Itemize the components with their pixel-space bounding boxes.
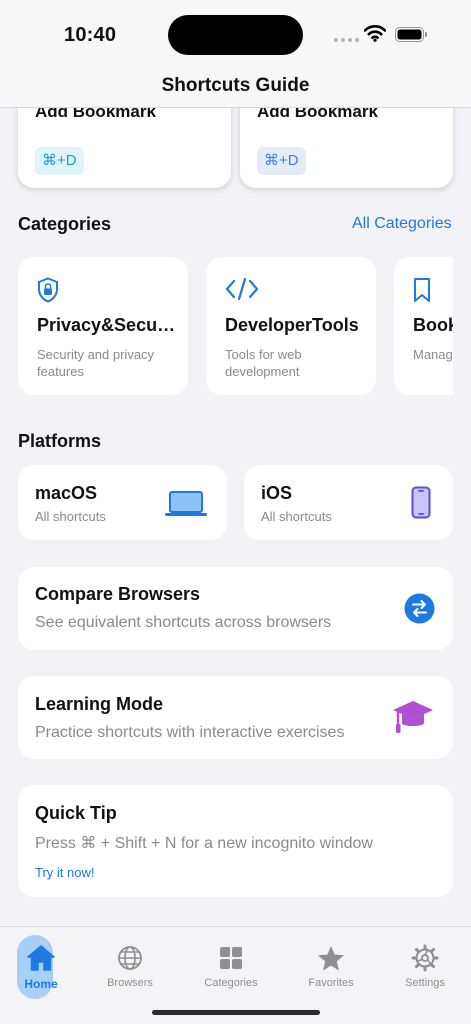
- category-description: Tools for web development: [225, 347, 302, 379]
- tab-label: Categories: [204, 977, 258, 989]
- compare-browsers-card[interactable]: Compare Browsers See equivalent shortcut…: [18, 567, 453, 650]
- status-time: 10:40: [64, 24, 117, 46]
- status-bar: 10:40: [0, 0, 471, 64]
- learning-mode-card[interactable]: Learning Mode Practice shortcuts with in…: [18, 676, 453, 759]
- category-card-privacy[interactable]: Privacy&Security Security and privacy fe…: [18, 257, 188, 395]
- platform-card-ios[interactable]: iOS All shortcuts: [244, 465, 453, 540]
- all-categories-link[interactable]: All Categories: [352, 215, 452, 233]
- compare-browsers-title: Compare Browsers: [35, 584, 201, 604]
- laptop-icon: [165, 491, 207, 516]
- platform-title: iOS: [261, 483, 293, 503]
- shortcut-key-badge: ⌘+D: [35, 147, 84, 175]
- tab-categories[interactable]: Categories: [184, 927, 278, 1007]
- grid-icon: [219, 943, 243, 973]
- category-card-developer-tools[interactable]: DeveloperTools Tools for web development: [206, 257, 376, 395]
- platform-title: macOS: [35, 483, 98, 503]
- platform-subtitle: All shortcuts: [35, 509, 106, 524]
- tab-label: Favorites: [308, 977, 354, 989]
- tab-label: Browsers: [107, 977, 153, 989]
- compare-browsers-subtitle: See equivalent shortcuts across browsers: [35, 614, 332, 631]
- battery-icon: [395, 27, 427, 42]
- dynamic-island: [168, 15, 303, 55]
- try-it-now-link[interactable]: Try it now!: [35, 865, 94, 880]
- star-icon: [317, 943, 345, 973]
- quick-tip-card: Quick Tip Press ⌘ + Shift + N for a new …: [18, 785, 453, 897]
- learning-mode-subtitle: Practice shortcuts with interactive exer…: [35, 724, 345, 741]
- categories-heading: Categories: [18, 214, 112, 234]
- platform-card-macos[interactable]: macOS All shortcuts: [18, 465, 227, 540]
- tab-label: Home: [24, 977, 58, 991]
- bookmark-icon: [414, 278, 430, 302]
- gear-icon: [411, 943, 439, 973]
- category-title: DeveloperTools: [225, 315, 359, 335]
- arrows-swap-icon: [404, 593, 435, 624]
- tab-home[interactable]: Home: [0, 927, 88, 1007]
- tab-browsers[interactable]: Browsers: [83, 927, 177, 1007]
- tab-label: Settings: [405, 977, 445, 989]
- house-icon: [26, 943, 56, 973]
- shortcut-key-badge: ⌘+D: [257, 147, 306, 175]
- category-description: Manage bookmarks: [413, 347, 453, 362]
- tab-favorites[interactable]: Favorites: [284, 927, 378, 1007]
- learning-mode-title: Learning Mode: [35, 694, 164, 714]
- platforms-heading: Platforms: [18, 431, 102, 451]
- wifi-icon: [364, 25, 386, 42]
- globe-icon: [117, 943, 143, 973]
- category-card-bookmarks[interactable]: Bookmarks Manage bookmarks: [394, 257, 453, 395]
- graduation-cap-icon: [393, 701, 433, 733]
- category-title: Bookmarks: [413, 315, 453, 335]
- platform-subtitle: All shortcuts: [261, 509, 332, 524]
- quick-tip-text: Press ⌘ + Shift + N for a new incognito …: [35, 835, 373, 852]
- home-indicator: [152, 1010, 320, 1015]
- page-title: Shortcuts Guide: [161, 74, 310, 96]
- tab-settings[interactable]: Settings: [378, 927, 471, 1007]
- quick-tip-title: Quick Tip: [35, 803, 117, 823]
- navigation-bar: Shortcuts Guide: [0, 64, 471, 108]
- shield-lock-icon: [38, 277, 58, 303]
- phone-icon: [411, 486, 431, 519]
- category-title: Privacy&Security: [37, 315, 179, 335]
- code-icon: [225, 277, 259, 301]
- categories-carousel[interactable]: Privacy&Security Security and privacy fe…: [0, 250, 453, 410]
- category-description: Security and privacy features: [37, 347, 155, 379]
- cellular-signal-icon: [334, 38, 359, 42]
